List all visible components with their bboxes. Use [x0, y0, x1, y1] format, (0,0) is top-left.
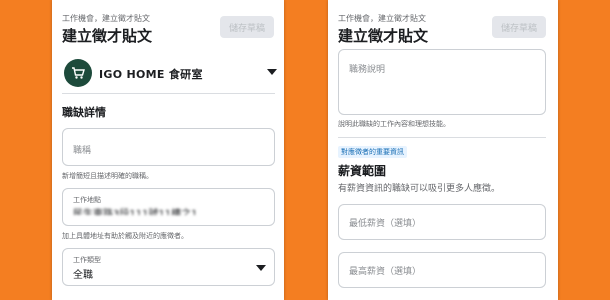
- divider: [338, 137, 546, 138]
- breadcrumb[interactable]: 工作機會，建立徵才貼文: [62, 13, 150, 24]
- caret-down-icon[interactable]: [267, 69, 277, 75]
- breadcrumb[interactable]: 工作機會，建立徵才貼文: [338, 13, 426, 24]
- job-type-label: 工作類型: [73, 256, 101, 264]
- job-title-helper: 新增簡短且描述明確的職稱。: [62, 172, 153, 180]
- job-description-helper: 說明此職缺的工作內容和理想技能。: [338, 120, 450, 128]
- min-salary-placeholder: 最低薪資（選填）: [349, 219, 422, 229]
- save-draft-button[interactable]: 儲存草稿: [492, 16, 546, 38]
- section-title: 職缺詳情: [62, 106, 106, 119]
- location-value: 民生東路3段111號11樓之1: [73, 209, 198, 215]
- job-type-value: 全職: [73, 270, 93, 281]
- divider: [62, 93, 275, 94]
- salary-section-description: 有薪資資訊的職缺可以吸引更多人應徵。: [338, 184, 501, 194]
- page-title: 建立徵才貼文: [62, 27, 153, 45]
- caret-down-icon: [256, 265, 266, 271]
- location-label: 工作地點: [73, 196, 101, 204]
- min-salary-field[interactable]: 最低薪資（選填）: [338, 204, 546, 240]
- job-post-form-right: 工作機會，建立徵才貼文 建立徵才貼文 儲存草稿 職務說明 說明此職缺的工作內容和…: [328, 0, 558, 300]
- page-selector[interactable]: IGO HOME 食研室: [62, 57, 277, 89]
- job-description-field[interactable]: 職務說明: [338, 49, 546, 115]
- location-helper: 加上具體地址有助於觸及附近的應徵者。: [62, 232, 188, 240]
- job-description-placeholder: 職務說明: [349, 65, 386, 75]
- max-salary-field[interactable]: 最高薪資（選填）: [338, 252, 546, 288]
- job-post-form-left: 工作機會，建立徵才貼文 建立徵才貼文 儲存草稿 IGO HOME 食研室 職缺詳…: [52, 0, 284, 300]
- job-title-field[interactable]: 職稱: [62, 128, 275, 166]
- page-logo: [64, 59, 92, 87]
- max-salary-placeholder: 最高薪資（選填）: [349, 267, 422, 277]
- job-title-placeholder: 職稱: [73, 146, 92, 156]
- cart-icon: [72, 67, 85, 79]
- job-type-select[interactable]: 工作類型 全職: [62, 248, 275, 286]
- save-draft-button[interactable]: 儲存草稿: [220, 16, 274, 38]
- page-name: IGO HOME 食研室: [99, 68, 203, 81]
- salary-section-title: 薪資範圍: [338, 164, 387, 178]
- important-info-tag: 對應徵者的重要資訊: [338, 146, 407, 158]
- location-field[interactable]: 工作地點 民生東路3段111號11樓之1: [62, 188, 275, 226]
- page-title: 建立徵才貼文: [338, 27, 429, 45]
